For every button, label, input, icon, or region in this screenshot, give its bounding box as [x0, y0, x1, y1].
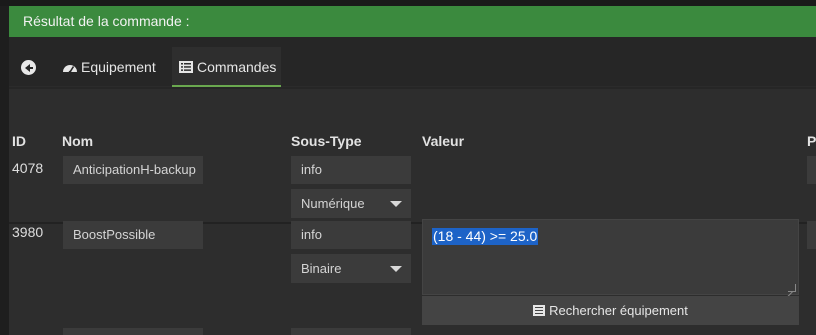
arrow-left-circle-icon [21, 60, 36, 75]
tab-commandes-label: Commandes [197, 59, 277, 75]
result-banner: Résultat de la commande : [9, 6, 816, 37]
tab-back[interactable] [9, 47, 47, 87]
column-header-p: P [807, 133, 816, 149]
row-next-column-field[interactable] [807, 156, 816, 184]
result-banner-text: Résultat de la commande : [23, 13, 190, 29]
command-name-input[interactable]: BoostPossible [63, 221, 203, 249]
tab-commandes[interactable]: Commandes [172, 47, 281, 87]
subtype-select[interactable]: Numérique [291, 189, 411, 218]
list-icon [179, 61, 193, 73]
resize-handle-icon[interactable] [788, 284, 796, 292]
chevron-down-icon [390, 201, 402, 207]
column-header-sous-type: Sous-Type [291, 133, 362, 149]
tab-bar: Equipement Commandes [9, 47, 816, 87]
search-equipment-button[interactable]: Rechercher équipement [422, 296, 799, 325]
row-next-column-field[interactable] [807, 221, 816, 249]
next-row-name-input[interactable] [63, 328, 203, 335]
next-row-type-input[interactable] [291, 328, 411, 335]
row-id: 3980 [12, 224, 44, 240]
row-id: 4078 [12, 160, 44, 176]
search-equipment-label: Rechercher équipement [549, 303, 688, 318]
list-icon [533, 305, 546, 316]
selected-value-text: (18 - 44) >= 25.0 [432, 228, 539, 245]
column-header-id: ID [12, 133, 26, 149]
subtype-select[interactable]: Binaire [291, 254, 411, 283]
subtype-select-value: Binaire [301, 261, 342, 276]
tab-equipement[interactable]: Equipement [62, 47, 156, 87]
subtype-select-value: Numérique [301, 196, 365, 211]
value-calculation-textarea[interactable]: (18 - 44) >= 25.0 [422, 219, 799, 295]
tachometer-icon [63, 65, 77, 73]
command-type-input[interactable]: info [291, 156, 411, 184]
command-name-input[interactable]: AnticipationH-backup [63, 156, 203, 184]
commands-table: ID Nom Sous-Type Valeur P 4078 Anticipat… [9, 89, 816, 335]
column-header-nom: Nom [62, 133, 94, 149]
command-type-input[interactable]: info [291, 221, 411, 249]
chevron-down-icon [390, 266, 402, 272]
tab-equipement-label: Equipement [81, 59, 156, 75]
command-panel: Equipement Commandes ID Nom Sous-Type Va… [9, 37, 816, 335]
column-header-valeur: Valeur [422, 133, 465, 149]
